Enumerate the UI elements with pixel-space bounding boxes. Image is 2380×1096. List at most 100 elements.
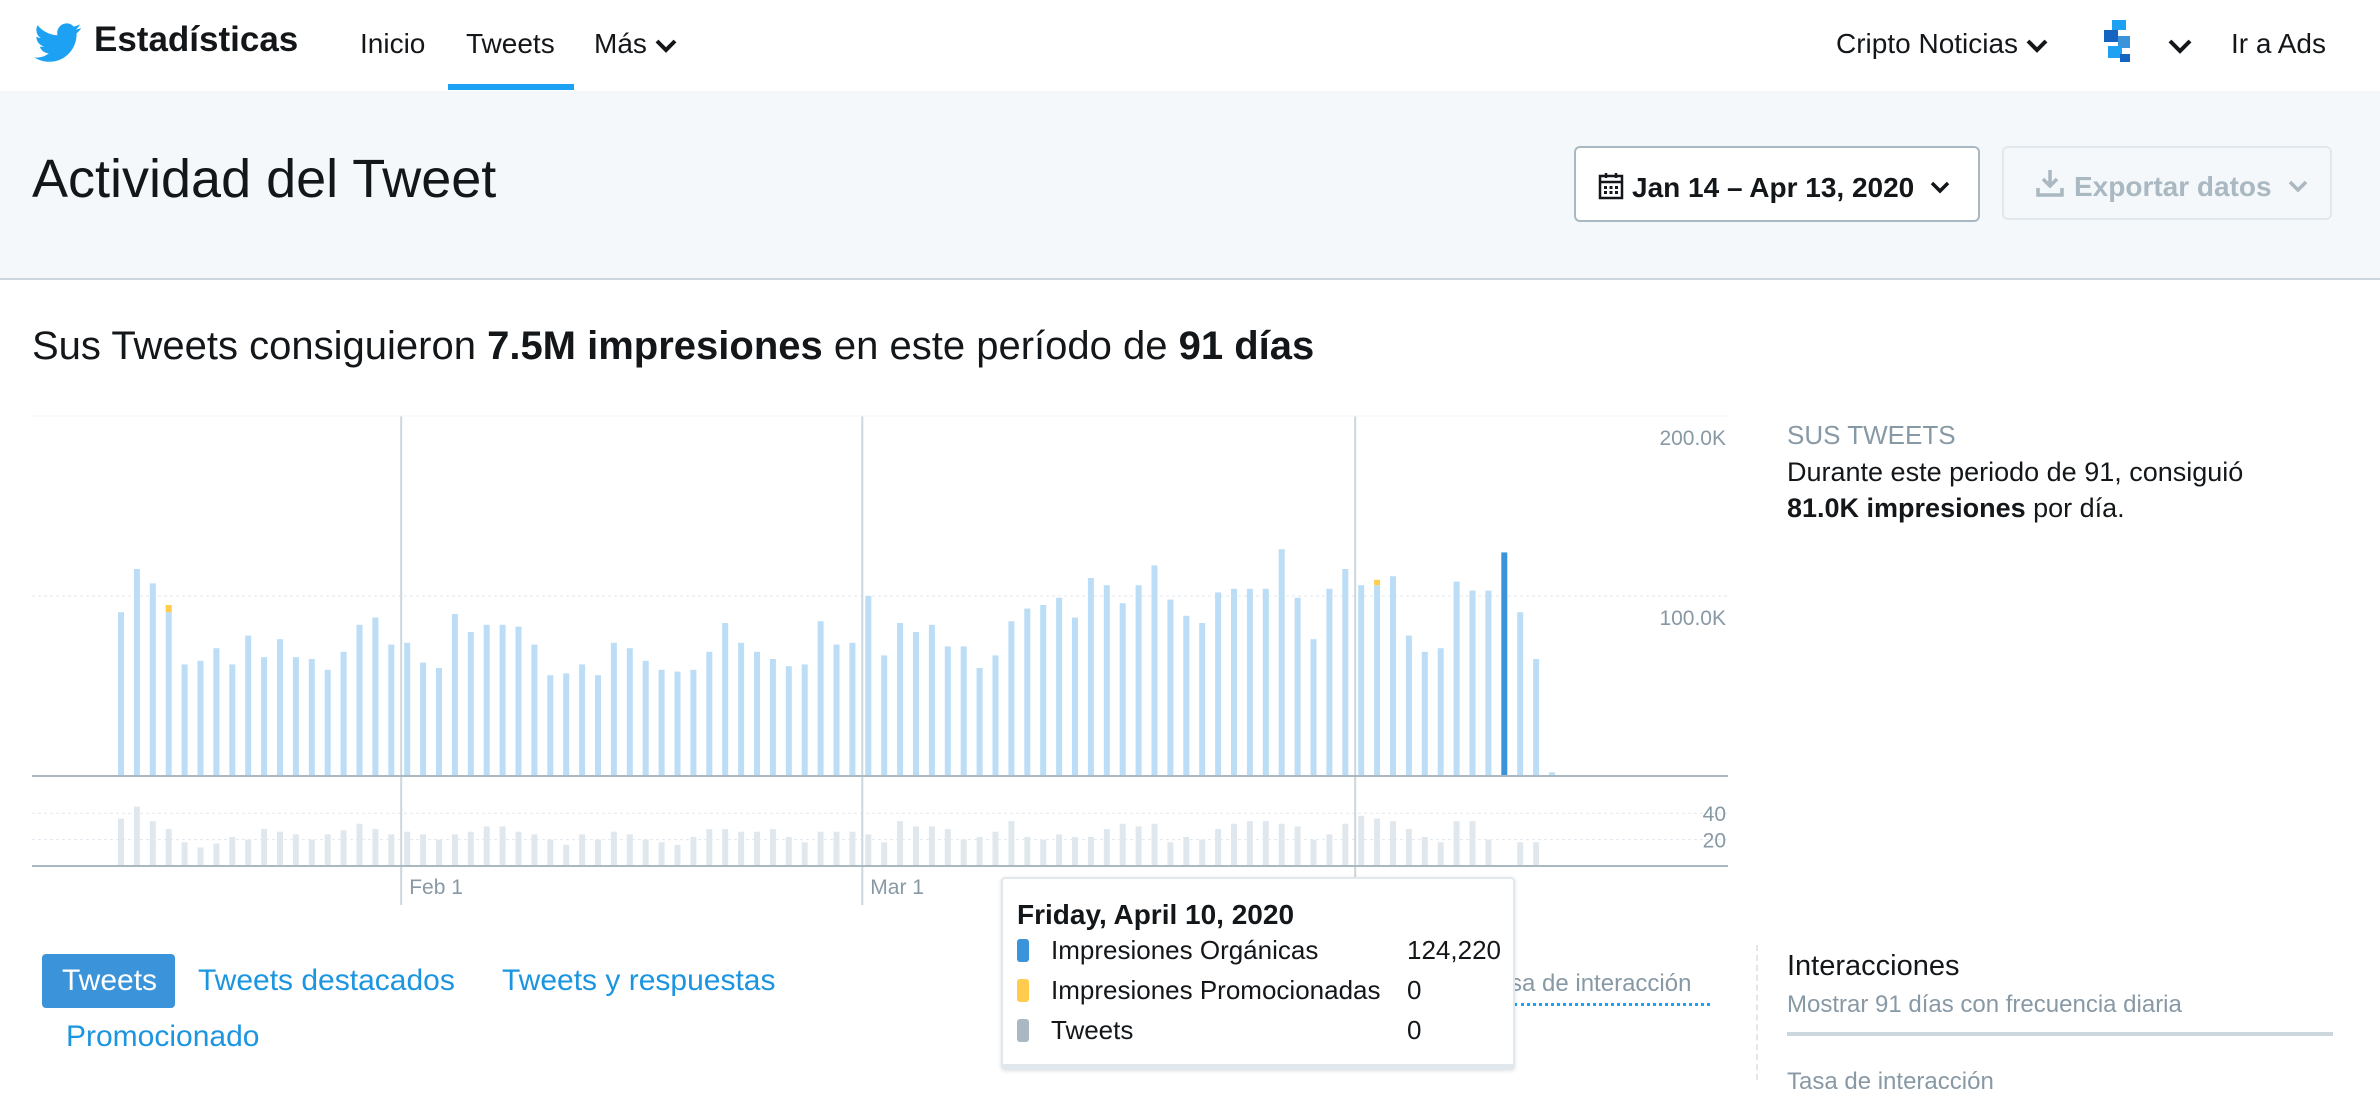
impressions-bar [769, 659, 776, 776]
impressions-bar [738, 642, 745, 776]
impressions-bar [467, 632, 474, 776]
impressions-bar [261, 657, 268, 776]
tweets-bar [658, 842, 665, 866]
tweets-bar [531, 834, 538, 866]
tweets-bar [165, 829, 172, 866]
tweets-bar [181, 842, 188, 866]
impressions-bar [579, 664, 586, 776]
impressions-bar [1437, 648, 1444, 776]
nav-tweets[interactable]: Tweets [466, 28, 555, 60]
tab-tweets-respuestas[interactable]: Tweets y respuestas [502, 964, 775, 998]
tweets-bar [1294, 826, 1301, 866]
x-tick-label: Mar 1 [870, 876, 924, 899]
go-to-ads-link[interactable]: Ir a Ads [2231, 28, 2326, 60]
top-nav: Estadísticas Inicio Tweets Más Cripto No… [0, 0, 2380, 92]
tweets-bar [372, 829, 379, 866]
tweets-bar [261, 829, 268, 866]
tweets-bar [1087, 836, 1094, 866]
account-avatar-icon[interactable] [2102, 20, 2136, 64]
chevron-down-icon[interactable] [2167, 38, 2193, 56]
impressions-bar [1215, 592, 1222, 776]
chevron-down-icon [2288, 180, 2308, 193]
tab-promocionado[interactable]: Promocionado [66, 1020, 259, 1054]
date-range-button[interactable]: Jan 14 – Apr 13, 2020 [1574, 146, 1980, 222]
tweets-bar [865, 834, 872, 866]
tooltip-value: 124,220 [1407, 935, 1501, 965]
chart-tooltip: Friday, April 10, 2020 Impresiones Orgán… [1001, 877, 1515, 1070]
impressions-bar [626, 648, 633, 776]
impressions-bar [1008, 621, 1015, 776]
tweets-bar [579, 834, 586, 866]
tweets-bar [1103, 829, 1110, 866]
tweets-bar [420, 834, 427, 866]
impressions-bar [499, 624, 506, 776]
chevron-down-icon [2026, 39, 2048, 53]
tweets-bar [1437, 842, 1444, 866]
account-name: Cripto Noticias [1836, 28, 2019, 59]
nav-mas-label: Más [594, 28, 647, 59]
nav-mas[interactable]: Más [594, 28, 677, 60]
tweets-bar [1199, 839, 1206, 866]
export-data-button[interactable]: Exportar datos [2002, 146, 2332, 220]
impressions-bar [1501, 552, 1508, 776]
tweets-bar [1390, 821, 1396, 866]
date-range-label: Jan 14 – Apr 13, 2020 [1632, 172, 1915, 203]
tweets-bar [1485, 839, 1492, 866]
interactions-divider [1787, 1032, 2333, 1036]
brand-title[interactable]: Estadísticas [94, 20, 298, 60]
tweets-bar [1453, 821, 1460, 866]
y-tick-label: 20 [1703, 830, 1726, 853]
summary-prefix: Sus Tweets consiguieron [32, 324, 488, 368]
impressions-bar [436, 668, 442, 776]
impressions-bar [388, 644, 395, 776]
impressions-bar [1072, 617, 1078, 776]
x-tick-label: Feb 1 [409, 876, 463, 899]
tweets-bar [706, 829, 713, 866]
engagement-rate-toggle[interactable]: sa de interacción [1510, 970, 1691, 998]
impressions-bar [1421, 651, 1428, 776]
impressions-bar [1024, 608, 1031, 776]
y-tick-label: 200.0K [1659, 427, 1726, 450]
impressions-bar [595, 675, 601, 776]
tweets-bar [404, 831, 411, 866]
engagement-rate-underline [1514, 1003, 1710, 1006]
summary-days: 91 días [1178, 324, 1315, 368]
impressions-bar [1183, 615, 1190, 776]
tweets-bar [1469, 821, 1476, 866]
tweets-bar [738, 831, 745, 866]
tab-tweets-destacados[interactable]: Tweets destacados [198, 964, 455, 998]
impressions-bar [372, 617, 379, 776]
impressions-bar [229, 664, 236, 776]
impressions-bar [1151, 565, 1158, 776]
impressions-bar [1040, 605, 1047, 776]
impressions-bar [1135, 585, 1142, 776]
tweets-bar [213, 843, 220, 866]
impressions-bar [1517, 612, 1524, 776]
impressions-bar [1246, 588, 1253, 776]
impressions-bar [1310, 639, 1317, 776]
nav-inicio[interactable]: Inicio [360, 28, 425, 60]
tweets-bar [1405, 829, 1412, 866]
interactions-title: Interacciones [1787, 950, 1960, 982]
tweets-bar [992, 831, 999, 866]
tweets-bar [388, 834, 395, 866]
account-menu[interactable]: Cripto Noticias [1836, 28, 2048, 60]
page-title: Actividad del Tweet [32, 149, 497, 209]
impressions-bar [213, 648, 220, 776]
impressions-bar [833, 644, 840, 776]
impressions-bar [1199, 623, 1206, 776]
y-tick-label: 40 [1703, 803, 1726, 826]
tooltip-value: 0 [1407, 975, 1422, 1005]
impressions-bar [658, 669, 665, 776]
tab-tweets[interactable]: Tweets [42, 954, 175, 1008]
impressions-bar [531, 644, 538, 776]
impressions-bar [1342, 569, 1349, 776]
impressions-bar [1087, 578, 1094, 776]
tweets-bar [1072, 836, 1078, 866]
tweets-bar [785, 836, 792, 866]
impressions-bar [1262, 588, 1269, 776]
twitter-bird-icon[interactable] [34, 23, 82, 65]
tweets-bar [229, 836, 236, 866]
tooltip-date: Friday, April 10, 2020 [1017, 899, 1295, 930]
tweets-bar [1119, 823, 1126, 866]
